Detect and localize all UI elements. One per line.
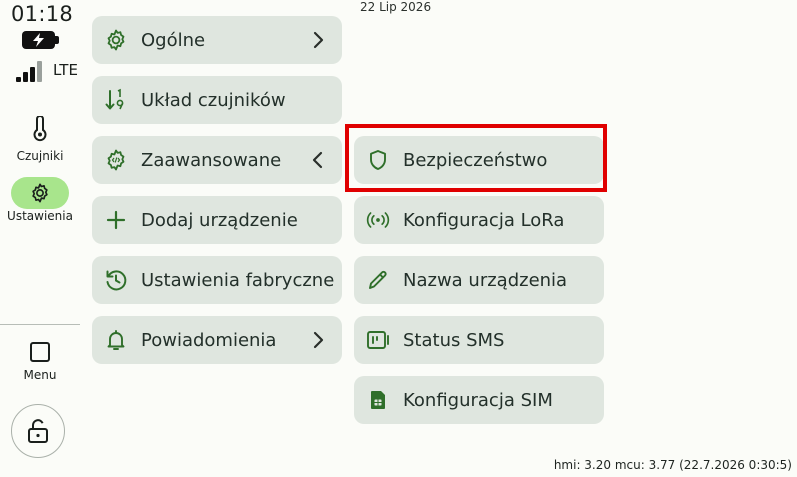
radio-waves-icon (365, 207, 391, 233)
submenu-item-sim-config[interactable]: Konfiguracja SIM (354, 376, 604, 424)
sim-card-icon (365, 387, 391, 413)
menu-item-advanced[interactable]: Zaawansowane (92, 136, 342, 184)
rail-item-label: Ustawienia (7, 209, 73, 223)
submenu-item-label: Nazwa urządzenia (403, 269, 568, 291)
unlock-icon (28, 419, 48, 443)
status-clock: 01:18 (11, 2, 74, 26)
rail-item-sensors[interactable]: Czujniki (0, 115, 80, 163)
menu-item-label: Dodaj urządzenie (141, 209, 298, 231)
gear-icon (32, 183, 48, 203)
menu-item-label: Zaawansowane (141, 149, 282, 171)
chevron-right-icon (306, 28, 330, 56)
chevron-right-icon (306, 328, 330, 356)
version-info: hmi: 3.20 mcu: 3.77 (22.7.2026 0:30:5) (553, 458, 792, 472)
submenu-item-device-name[interactable]: Nazwa urządzenia (354, 256, 604, 304)
submenu-item-sms-status[interactable]: Status SMS (354, 316, 604, 364)
menu-item-notifications[interactable]: Powiadomienia (92, 316, 342, 364)
date-label: 22 Lip 2026 (360, 0, 432, 14)
gear-code-icon (103, 147, 129, 173)
bell-icon (103, 327, 129, 353)
menu-item-general[interactable]: Ogólne (92, 16, 342, 64)
signal-strength-icon (16, 60, 46, 82)
menu-item-sensor-layout[interactable]: Układ czujników (92, 76, 342, 124)
menu-item-label: Powiadomienia (141, 329, 277, 351)
submenu-item-label: Konfiguracja SIM (403, 389, 553, 411)
submenu-item-lora-config[interactable]: Konfiguracja LoRa (354, 196, 604, 244)
pencil-icon (365, 267, 391, 293)
gear-icon (103, 27, 129, 53)
navigation-rail: 01:18 LTE Czujniki Ustawienia Menu (0, 0, 80, 477)
network-type-label: LTE (53, 61, 78, 79)
submenu-item-label: Konfiguracja LoRa (403, 209, 565, 231)
menu-item-label: Układ czujników (141, 89, 286, 111)
rail-menu-button[interactable]: Menu (0, 341, 80, 382)
battery-charging-icon (22, 31, 59, 49)
sim-status-icon (365, 327, 391, 353)
menu-item-label: Ogólne (141, 29, 206, 51)
plus-icon (103, 207, 129, 233)
rail-item-settings[interactable]: Ustawienia (0, 177, 80, 223)
menu-item-label: Ustawienia fabryczne (141, 269, 335, 291)
chevron-left-icon (306, 148, 330, 176)
menu-item-factory-reset[interactable]: Ustawienia fabryczne (92, 256, 342, 304)
unlock-button[interactable] (11, 404, 65, 458)
menu-item-add-device[interactable]: Dodaj urządzenie (92, 196, 342, 244)
rail-item-label: Czujniki (16, 149, 64, 163)
history-icon (103, 267, 129, 293)
rail-divider (0, 324, 80, 325)
selection-highlight (345, 124, 607, 192)
rail-menu-label: Menu (23, 368, 57, 382)
thermometer-icon (30, 115, 50, 146)
square-icon (29, 342, 51, 367)
active-indicator (11, 177, 69, 209)
sort-numbers-icon (103, 87, 129, 113)
submenu-item-label: Status SMS (403, 329, 505, 351)
